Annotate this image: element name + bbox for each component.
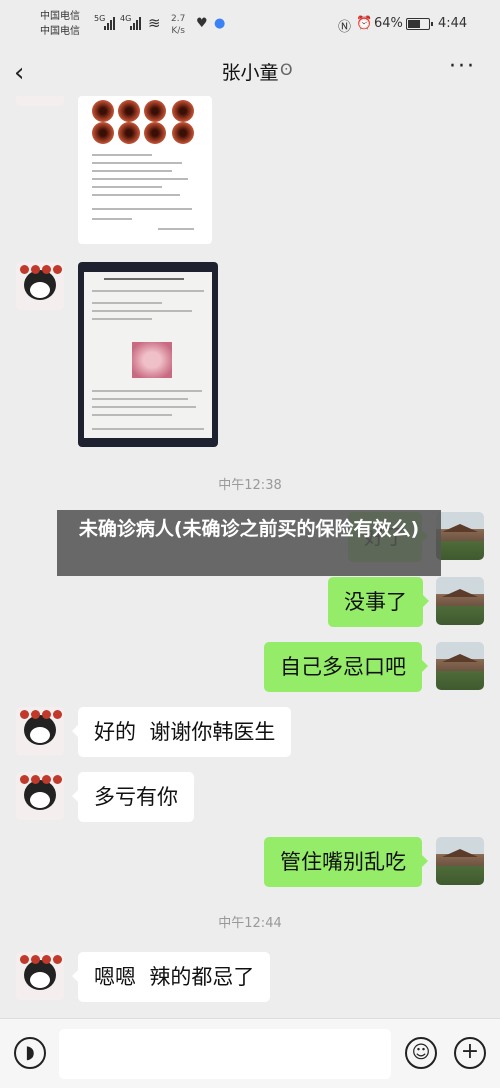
signal-icon (130, 17, 141, 30)
timestamp: 中午12:38 (218, 478, 282, 493)
alarm-icon: ⏰ (356, 16, 373, 31)
emoji-icon[interactable]: ☺ (405, 1037, 437, 1069)
self-avatar[interactable] (436, 512, 484, 560)
message-bubble-outgoing[interactable]: 管住嘴别乱吃 (264, 837, 428, 887)
carrier-label: 中国电信 (40, 26, 80, 37)
nfc-icon: Ⓝ (338, 20, 352, 35)
voice-icon[interactable]: ◗ (14, 1037, 46, 1069)
message-bubble-outgoing[interactable]: 自己多忌口吧 (264, 642, 428, 692)
message-bubble-incoming[interactable]: 好的 谢谢你韩医生 (71, 707, 292, 757)
message-bubble-incoming[interactable]: 多亏有你 (72, 772, 194, 822)
contact-avatar[interactable] (16, 772, 64, 820)
speed-value: 2.7 (171, 14, 186, 24)
message-bubble-incoming[interactable]: 嗯嗯 辣的都忌了 (71, 952, 271, 1002)
contact-avatar[interactable] (16, 96, 64, 106)
status-bar: 中国电信 中国电信 5G 4G ≋ 2.7 K/s ♥ ● Ⓝ ⏰ 64% 4:… (0, 0, 500, 48)
app-notification-icon: ● (214, 16, 226, 31)
timestamp: 中午12:44 (218, 916, 282, 931)
network-speed: 2.7 K/s (171, 13, 185, 37)
signal-icon (104, 17, 115, 30)
ear-icon: ʘ (280, 60, 293, 79)
chat-title: 张小童 (221, 62, 279, 84)
message-input[interactable] (59, 1029, 391, 1079)
more-icon[interactable]: ··· (449, 54, 476, 79)
heart-icon: ♥ (196, 16, 208, 31)
battery-percent: 64% (374, 16, 403, 31)
contact-avatar[interactable] (16, 952, 64, 1000)
carrier-label: 中国电信 (40, 11, 80, 22)
chat-header: ‹ 张小童 ʘ ··· (0, 48, 500, 96)
contact-avatar[interactable] (16, 707, 64, 755)
wifi-icon: ≋ (148, 14, 161, 32)
speed-unit: K/s (171, 26, 185, 36)
self-avatar[interactable] (436, 837, 484, 885)
pathology-report-image[interactable] (78, 262, 218, 447)
overlay-banner: 未确诊病人(未确诊之前买的保险有效么) (57, 510, 441, 576)
plus-icon[interactable]: + (454, 1037, 486, 1069)
input-bar: ◗ ☺ + (0, 1018, 500, 1088)
report-image[interactable] (78, 96, 212, 244)
battery-icon (406, 18, 433, 30)
message-bubble-outgoing[interactable]: 没事了 (328, 577, 429, 627)
self-avatar[interactable] (436, 577, 484, 625)
contact-avatar[interactable] (16, 262, 64, 310)
self-avatar[interactable] (436, 642, 484, 690)
clock: 4:44 (438, 16, 468, 31)
